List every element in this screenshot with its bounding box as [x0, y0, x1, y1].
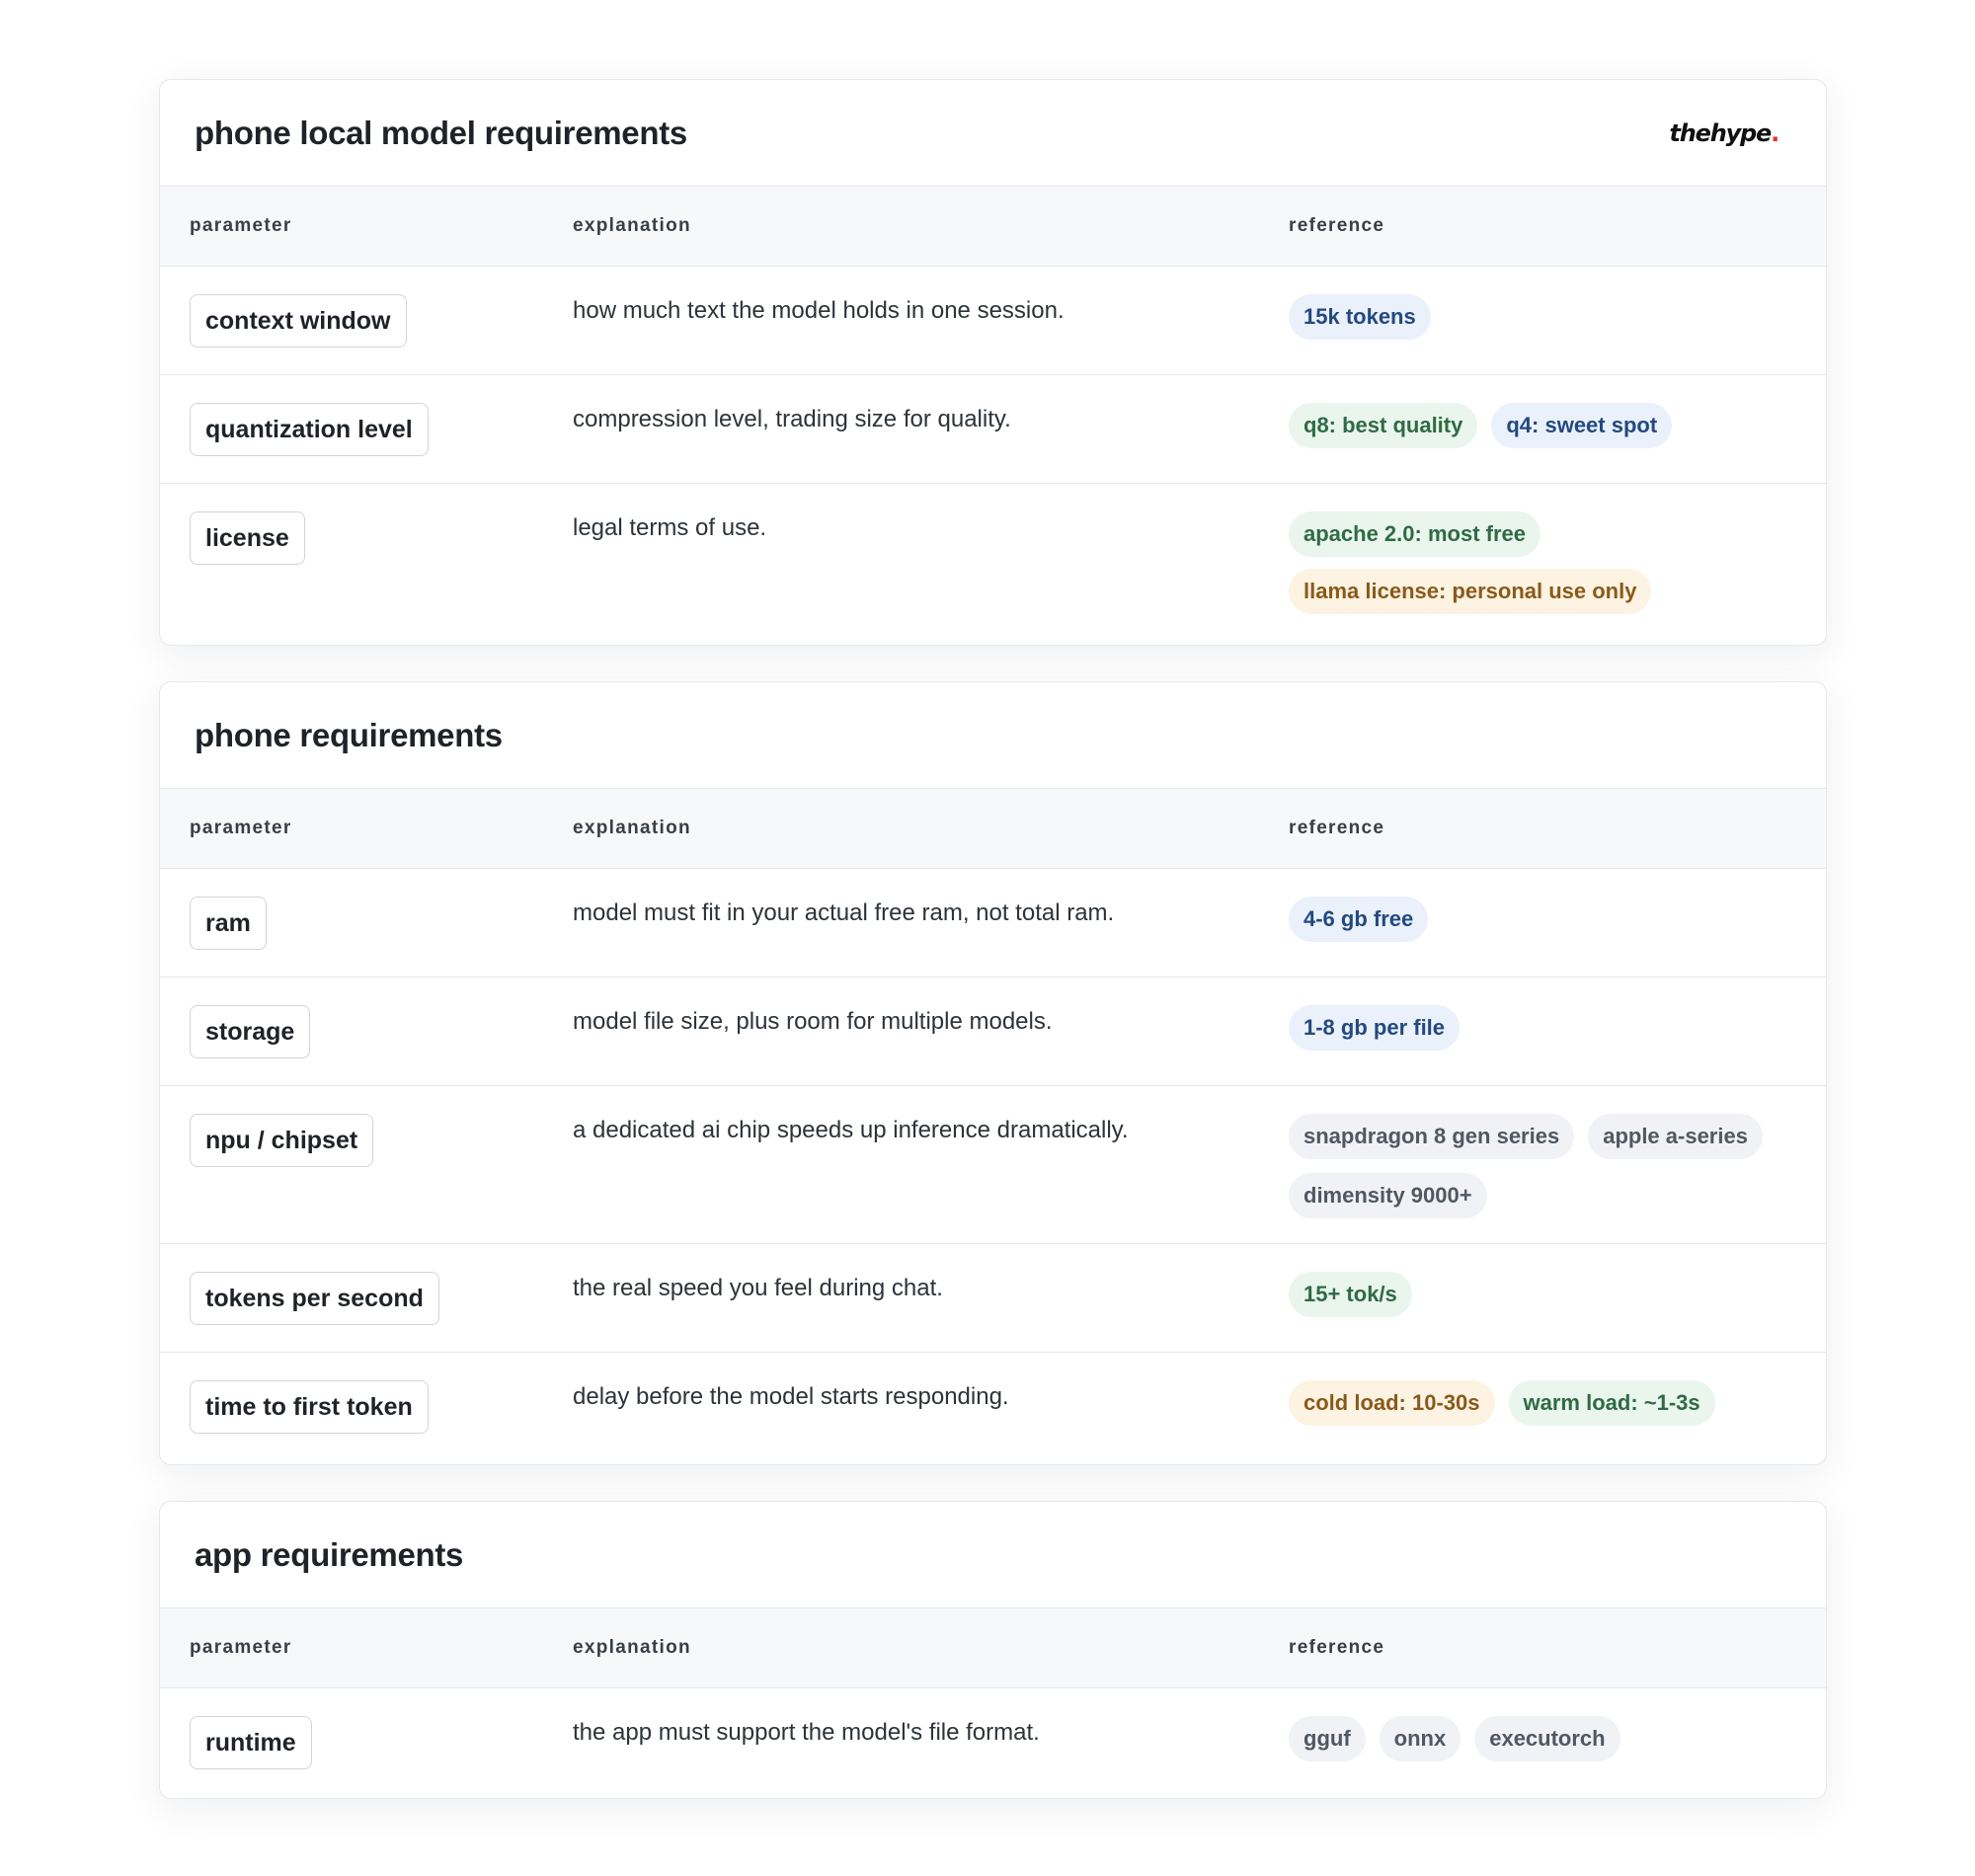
parameter-explanation: model file size, plus room for multiple …: [573, 1008, 1053, 1035]
reference-tag: llama license: personal use only: [1289, 569, 1652, 614]
parameter-explanation: a dedicated ai chip speeds up inference …: [573, 1117, 1129, 1143]
table-header: parameter explanation reference: [160, 789, 1826, 869]
page: phone local model requirements thehype. …: [0, 0, 1975, 1876]
reference-tags: 15k tokens: [1289, 294, 1786, 340]
table-row: license legal terms of use. apache 2.0: …: [160, 484, 1826, 642]
table-row: runtime the app must support the model's…: [160, 1688, 1826, 1797]
logo-dot: .: [1771, 118, 1779, 147]
parameter-name: time to first token: [190, 1380, 429, 1434]
reference-tag: 1-8 gb per file: [1289, 1005, 1461, 1051]
reference-tags: 15+ tok/s: [1289, 1272, 1786, 1317]
section-header: app requirements: [160, 1502, 1826, 1608]
section-title: phone local model requirements: [195, 114, 687, 151]
table-row: context window how much text the model h…: [160, 267, 1826, 375]
parameter-explanation: legal terms of use.: [573, 514, 767, 541]
reference-tags: cold load: 10-30s warm load: ~1-3s: [1289, 1380, 1786, 1426]
column-header-explanation: explanation: [573, 215, 691, 236]
reference-tags: 4-6 gb free: [1289, 897, 1786, 942]
table-row: time to first token delay before the mod…: [160, 1353, 1826, 1461]
reference-tag: q4: sweet spot: [1491, 403, 1673, 448]
reference-tag: executorch: [1474, 1716, 1620, 1761]
table-row: ram model must fit in your actual free r…: [160, 869, 1826, 977]
column-header-parameter: parameter: [190, 818, 292, 838]
reference-tag: warm load: ~1-3s: [1508, 1380, 1715, 1426]
section-title: app requirements: [195, 1535, 464, 1573]
parameter-name: quantization level: [190, 403, 429, 456]
reference-tag: cold load: 10-30s: [1289, 1380, 1495, 1426]
table-header: parameter explanation reference: [160, 1608, 1826, 1688]
reference-tag: 15+ tok/s: [1289, 1272, 1412, 1317]
reference-tag: 4-6 gb free: [1289, 897, 1429, 942]
reference-tags: q8: best quality q4: sweet spot: [1289, 403, 1786, 448]
parameter-explanation: the real speed you feel during chat.: [573, 1275, 943, 1301]
reference-tag: apple a-series: [1588, 1114, 1763, 1159]
section-card: phone local model requirements thehype. …: [159, 79, 1827, 646]
table-row: quantization level compression level, tr…: [160, 375, 1826, 484]
parameter-explanation: delay before the model starts responding…: [573, 1383, 1009, 1410]
parameter-name: tokens per second: [190, 1272, 439, 1325]
section-header: phone requirements: [160, 682, 1826, 789]
reference-tag: snapdragon 8 gen series: [1289, 1114, 1575, 1159]
table-row: storage model file size, plus room for m…: [160, 977, 1826, 1086]
reference-tags: gguf onnx executorch: [1289, 1716, 1786, 1761]
parameter-name: runtime: [190, 1716, 312, 1769]
parameter-explanation: how much text the model holds in one ses…: [573, 297, 1065, 324]
column-header-explanation: explanation: [573, 1637, 691, 1658]
parameter-name: context window: [190, 294, 407, 348]
reference-tags: 1-8 gb per file: [1289, 1005, 1786, 1051]
section-card: app requirements parameter explanation r…: [159, 1501, 1827, 1799]
parameter-explanation: the app must support the model's file fo…: [573, 1719, 1040, 1746]
reference-tag: 15k tokens: [1289, 294, 1431, 340]
column-header-parameter: parameter: [190, 215, 292, 236]
column-header-explanation: explanation: [573, 818, 691, 838]
reference-tag: onnx: [1379, 1716, 1462, 1761]
brand-logo: thehype.: [1669, 118, 1779, 147]
parameter-name: npu / chipset: [190, 1114, 374, 1167]
column-header-reference: reference: [1289, 1637, 1385, 1658]
table-row: npu / chipset a dedicated ai chip speeds…: [160, 1086, 1826, 1244]
reference-tags: apache 2.0: most free llama license: per…: [1289, 511, 1786, 614]
section-title: phone requirements: [195, 716, 503, 753]
logo-text: thehype: [1669, 118, 1772, 147]
reference-tags: snapdragon 8 gen series apple a-series d…: [1289, 1114, 1786, 1218]
column-header-reference: reference: [1289, 818, 1385, 838]
column-header-reference: reference: [1289, 215, 1385, 236]
parameter-name: ram: [190, 897, 267, 950]
reference-tag: dimensity 9000+: [1289, 1173, 1487, 1218]
section-header: phone local model requirements thehype.: [160, 80, 1826, 187]
parameter-name: storage: [190, 1005, 311, 1058]
table-header: parameter explanation reference: [160, 187, 1826, 267]
column-header-parameter: parameter: [190, 1637, 292, 1658]
parameter-name: license: [190, 511, 305, 565]
reference-tag: gguf: [1289, 1716, 1366, 1761]
table-row: tokens per second the real speed you fee…: [160, 1244, 1826, 1353]
reference-tag: q8: best quality: [1289, 403, 1478, 448]
section-card: phone requirements parameter explanation…: [159, 681, 1827, 1465]
reference-tag: apache 2.0: most free: [1289, 511, 1540, 557]
parameter-explanation: compression level, trading size for qual…: [573, 406, 1011, 432]
parameter-explanation: model must fit in your actual free ram, …: [573, 899, 1115, 926]
